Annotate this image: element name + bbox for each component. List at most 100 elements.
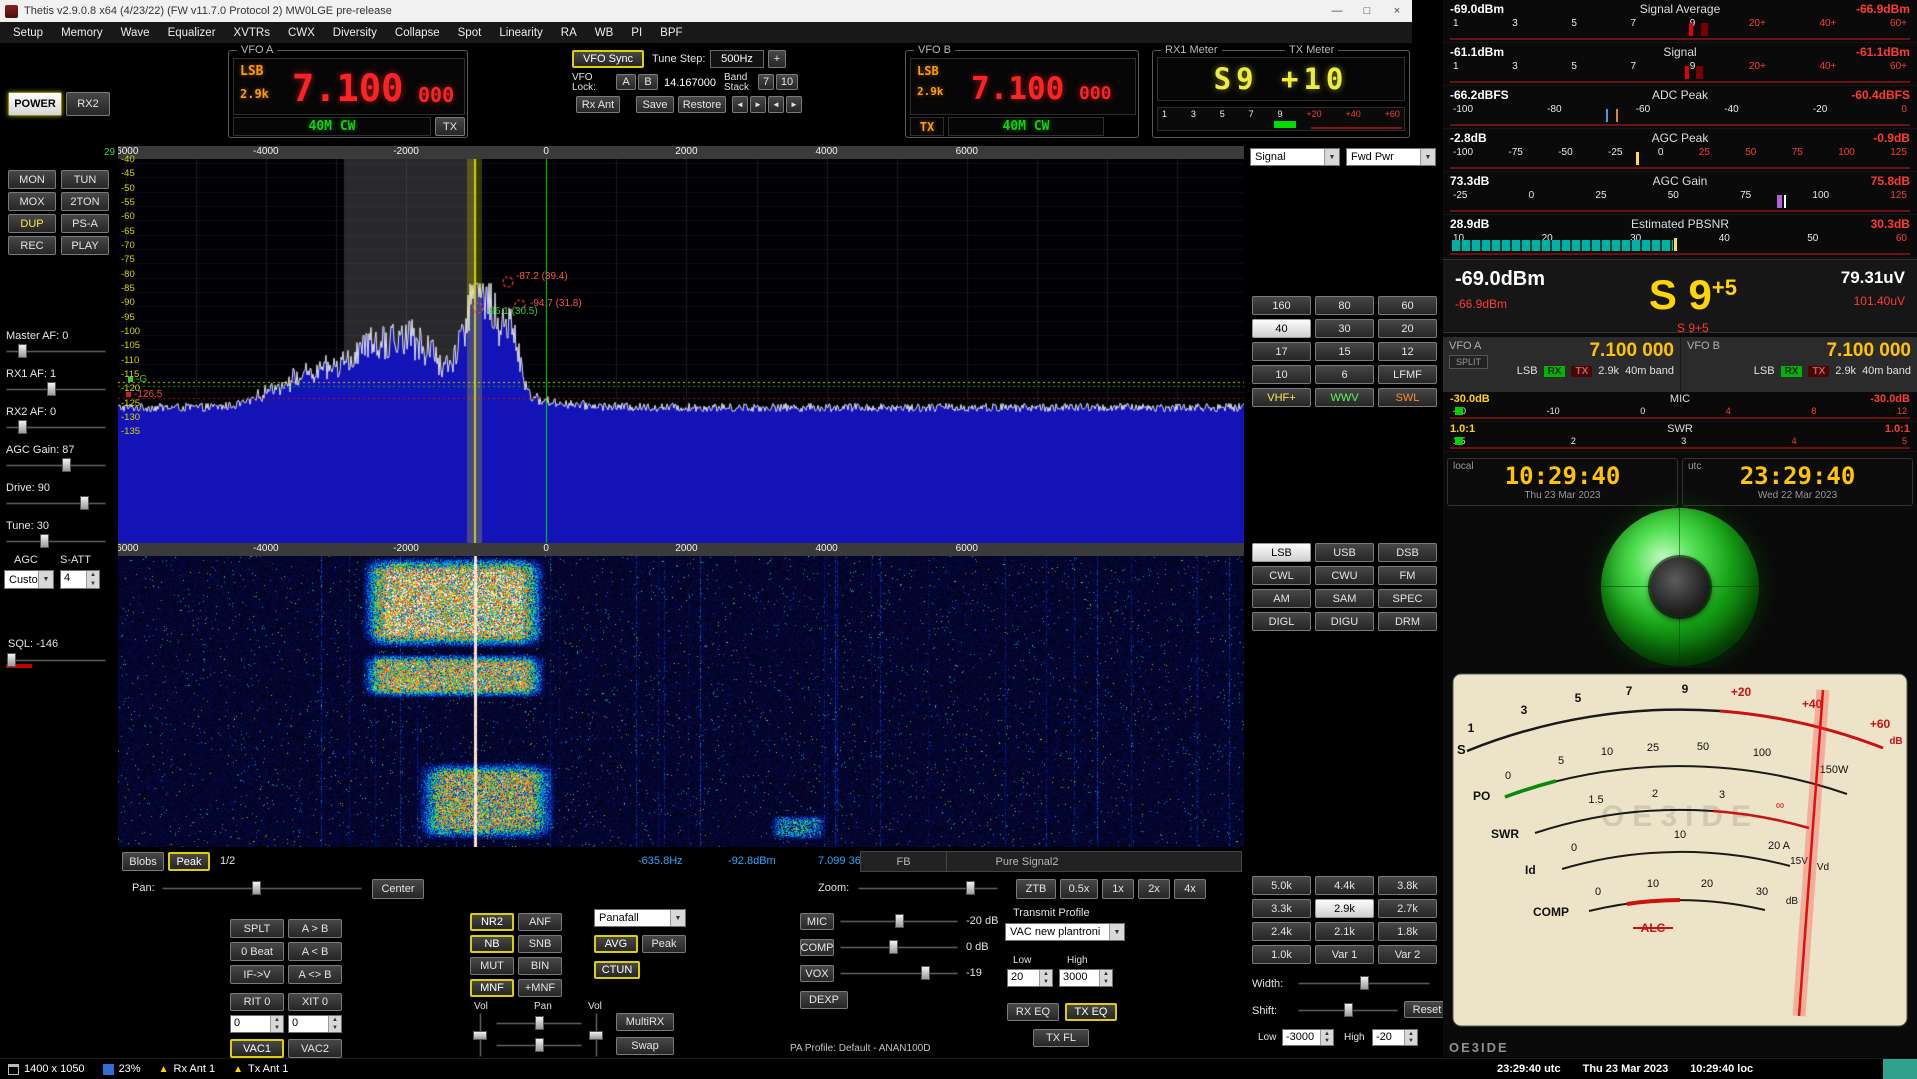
vfo-lock-a-button[interactable]: A: [616, 74, 636, 90]
menu-item[interactable]: CWX: [279, 24, 324, 42]
band-button[interactable]: 12: [1378, 342, 1437, 361]
band-button[interactable]: 160: [1252, 296, 1311, 315]
band-button[interactable]: 30: [1315, 319, 1374, 338]
dexp-button[interactable]: DEXP: [800, 991, 848, 1009]
sub-vol-slider[interactable]: [588, 1013, 604, 1057]
filter-button[interactable]: 3.3k: [1252, 899, 1311, 918]
rx-meter-select[interactable]: Signal▼: [1250, 148, 1340, 166]
rit-spinner[interactable]: 0▲▼: [230, 1015, 284, 1033]
split-button[interactable]: SPLT: [230, 919, 284, 938]
toggle-button[interactable]: REC: [8, 236, 56, 255]
vfo-b-display[interactable]: LSB 2.9k 7.100 000: [910, 58, 1136, 115]
vac2-button[interactable]: VAC2: [288, 1039, 342, 1058]
band-button[interactable]: 15: [1315, 342, 1374, 361]
mode-button[interactable]: DSB: [1378, 543, 1437, 562]
bandstack-prev-button[interactable]: ◄: [768, 96, 784, 113]
toggle-button[interactable]: PLAY: [61, 236, 109, 255]
toggle-button[interactable]: PS-A: [61, 214, 109, 233]
menu-item[interactable]: PI: [622, 24, 651, 42]
fb-indicator[interactable]: FB: [861, 852, 947, 871]
multirx-button[interactable]: MultiRX: [616, 1013, 674, 1031]
menu-item[interactable]: Setup: [4, 24, 52, 42]
rx2-button[interactable]: RX2: [66, 92, 110, 116]
filter-button[interactable]: 2.4k: [1252, 922, 1311, 941]
mode-button[interactable]: DIGU: [1315, 612, 1374, 631]
add-mnf-button[interactable]: +MNF: [518, 979, 562, 997]
agc-select[interactable]: Custo▼: [4, 570, 54, 589]
level-slider[interactable]: [6, 495, 106, 511]
tune-step-up-button[interactable]: +: [768, 50, 786, 68]
menu-item[interactable]: BPF: [651, 24, 691, 42]
zoom-slider[interactable]: [858, 880, 998, 896]
split-indicator[interactable]: SPLIT: [1449, 355, 1488, 369]
vfo-sync-button[interactable]: VFO Sync: [572, 50, 644, 68]
menu-item[interactable]: Wave: [112, 24, 159, 42]
a-swap-b-button[interactable]: A <> B: [288, 965, 342, 984]
filter-shift-slider[interactable]: [1298, 1002, 1398, 1018]
menu-item[interactable]: RA: [552, 24, 586, 42]
toggle-button[interactable]: MOX: [8, 192, 56, 211]
mode-button[interactable]: CWL: [1252, 566, 1311, 585]
band-prev-button[interactable]: ◄: [732, 96, 748, 113]
zero-beat-button[interactable]: 0 Beat: [230, 942, 284, 961]
band-button[interactable]: 6: [1315, 365, 1374, 384]
filter-button[interactable]: 2.7k: [1378, 899, 1437, 918]
vox-slider[interactable]: [840, 965, 958, 981]
waterfall-canvas[interactable]: [118, 556, 1244, 847]
tuning-knob[interactable]: [1601, 508, 1759, 666]
tx-eq-button[interactable]: TX EQ: [1065, 1003, 1117, 1021]
xit-spinner[interactable]: 0▲▼: [288, 1015, 342, 1033]
zoom-05x-button[interactable]: 0.5x: [1060, 879, 1098, 899]
menu-item[interactable]: Diversity: [324, 24, 386, 42]
zoom-4x-button[interactable]: 4x: [1174, 879, 1206, 899]
center-button[interactable]: Center: [372, 879, 424, 899]
rx-eq-button[interactable]: RX EQ: [1007, 1003, 1059, 1021]
filter-button[interactable]: 2.9k: [1315, 899, 1374, 918]
rx-pan-slider[interactable]: [496, 1015, 582, 1031]
sub-pan-slider[interactable]: [496, 1037, 582, 1053]
tx-filter-button[interactable]: TX FL: [1033, 1029, 1089, 1047]
anf-button[interactable]: ANF: [518, 913, 562, 931]
blobs-button[interactable]: Blobs: [122, 852, 164, 871]
comp-button[interactable]: COMP: [800, 939, 834, 956]
nr2-button[interactable]: NR2: [470, 913, 514, 931]
band-button[interactable]: 17: [1252, 342, 1311, 361]
ztb-button[interactable]: ZTB: [1016, 879, 1056, 899]
restore-button[interactable]: Restore: [678, 96, 726, 113]
transmit-profile-select[interactable]: VAC new plantroni▼: [1005, 923, 1125, 941]
level-slider[interactable]: [6, 381, 106, 397]
avg-button[interactable]: AVG: [594, 935, 638, 953]
band-button[interactable]: SWL: [1378, 388, 1437, 407]
rx-ant-button[interactable]: Rx Ant: [576, 96, 620, 113]
band-button[interactable]: 40: [1252, 319, 1311, 338]
band-button[interactable]: 20: [1378, 319, 1437, 338]
filter-button[interactable]: Var 1: [1315, 945, 1374, 964]
band-next-button[interactable]: ►: [750, 96, 766, 113]
swap-button[interactable]: Swap: [616, 1037, 674, 1055]
mute-button[interactable]: MUT: [470, 957, 514, 975]
filter-button[interactable]: 1.8k: [1378, 922, 1437, 941]
band-button[interactable]: 10: [1252, 365, 1311, 384]
menu-item[interactable]: Equalizer: [159, 24, 225, 42]
menu-item[interactable]: WB: [586, 24, 623, 42]
menu-item[interactable]: Spot: [449, 24, 491, 42]
band-stack-7-button[interactable]: 7: [758, 74, 774, 90]
filter-button[interactable]: 5.0k: [1252, 876, 1311, 895]
tx-low-spinner[interactable]: 20▲▼: [1007, 969, 1053, 987]
zoom-2x-button[interactable]: 2x: [1138, 879, 1170, 899]
mnf-button[interactable]: MNF: [470, 979, 514, 997]
filter-button[interactable]: 1.0k: [1252, 945, 1311, 964]
mode-button[interactable]: USB: [1315, 543, 1374, 562]
menu-item[interactable]: Memory: [52, 24, 112, 42]
toggle-button[interactable]: MON: [8, 170, 56, 189]
zoom-1x-button[interactable]: 1x: [1102, 879, 1134, 899]
band-button[interactable]: WWV: [1315, 388, 1374, 407]
menu-item[interactable]: Linearity: [490, 24, 551, 42]
b-to-a-button[interactable]: A < B: [288, 942, 342, 961]
mode-button[interactable]: DIGL: [1252, 612, 1311, 631]
pan-slider[interactable]: [162, 880, 362, 896]
comp-slider[interactable]: [840, 939, 958, 955]
level-slider[interactable]: [6, 343, 106, 359]
rx-vol-slider[interactable]: [472, 1013, 488, 1057]
snb-button[interactable]: SNB: [518, 935, 562, 953]
